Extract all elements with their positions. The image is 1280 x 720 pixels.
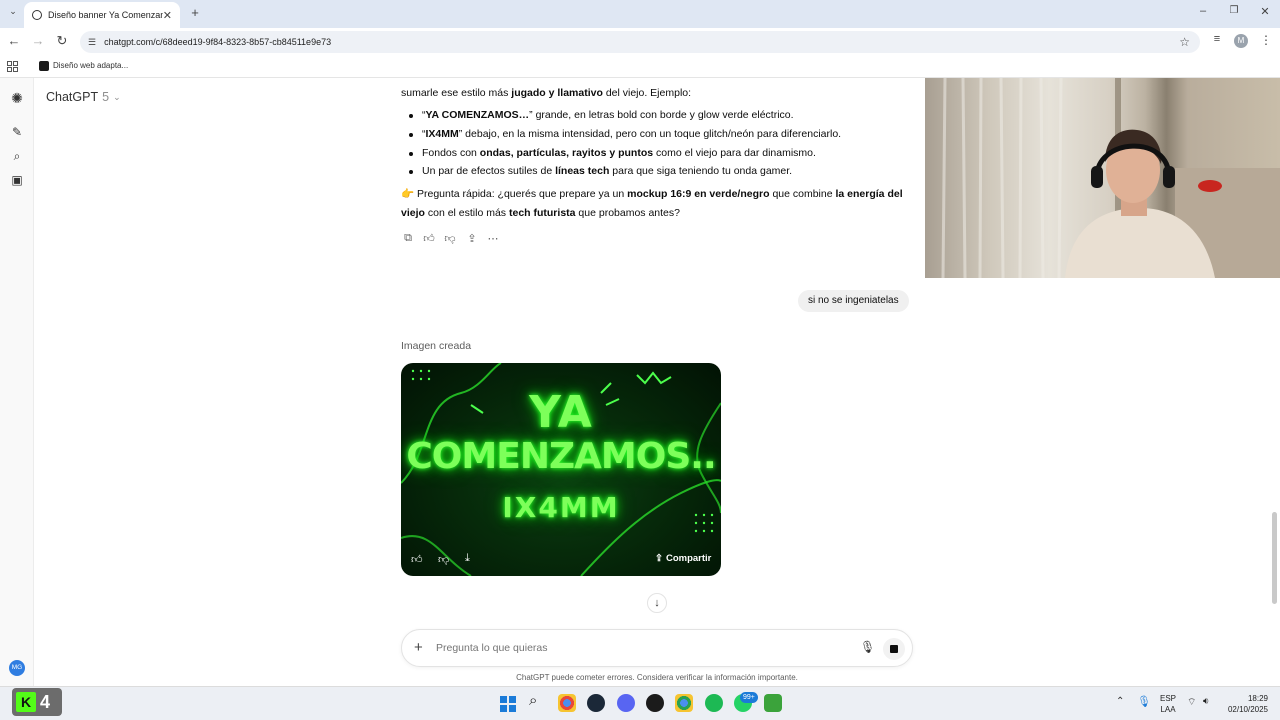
address-bar[interactable]: ☰ chatgpt.com/c/68deed19-9f84-8323-8b57-… [80,31,1200,53]
more-options-icon[interactable]: ⋯ [486,232,500,245]
widget-number: 4 [40,691,51,712]
chatgpt-favicon-icon [32,10,42,20]
model-version: 5 [102,90,110,104]
spotify-icon[interactable] [705,694,723,712]
browser-tab[interactable]: Diseño banner Ya Comenzamos ✕ [24,2,180,28]
reload-icon[interactable]: ↻ [53,33,71,49]
image-dislike-icon[interactable]: 👎︎ [438,553,449,566]
keyboard-layout: LAA [1160,705,1176,714]
tab-group-icon[interactable]: ≡ [1208,33,1226,45]
arrow-down-icon: ↓ [654,597,660,609]
banner-line-ya: YA [529,387,593,438]
chrome-profile-icon[interactable] [675,694,693,712]
thumbs-up-icon[interactable]: 👍︎ [422,232,436,245]
browser-menu-icon[interactable]: ⋮ [1257,33,1275,47]
thumbs-down-icon[interactable]: 👎︎ [443,232,457,245]
back-icon[interactable]: ← [5,33,23,48]
clock[interactable]: 18:29 02/10/2025 [1224,693,1268,715]
share-icon: ⇪ [655,553,663,564]
site-info-icon[interactable]: ☰ [88,37,96,48]
bookmark-star-icon[interactable]: ☆ [1179,35,1190,49]
intro-suffix: del viejo. Ejemplo: [602,87,692,99]
new-chat-icon[interactable]: ✎ [9,125,25,139]
profile-avatar[interactable]: M [1234,34,1248,48]
disclaimer-text: ChatGPT puede cometer errores. Considera… [516,673,798,682]
restore-icon[interactable]: ❐ [1225,5,1243,16]
android-app-icon[interactable] [764,694,782,712]
bookmark-favicon-icon [39,61,49,71]
forward-icon[interactable]: → [29,33,47,48]
search-icon[interactable]: ⌕ [9,149,25,164]
list-item: “IX4MM” debajo, en la misma intensidad, … [400,125,900,144]
close-window-icon[interactable]: ✕ [1256,5,1274,18]
share-label: Compartir [665,553,712,564]
assistant-question: 👉 Pregunta rápida: ¿querés que prepare y… [401,188,903,219]
download-icon[interactable]: ⤓ [465,552,470,565]
volume-icon[interactable]: 🔉︎ [1203,696,1209,707]
list-item: “YA COMENZAMOS…” grande, en letras bold … [400,106,900,125]
page-scrollbar[interactable] [1272,512,1277,604]
chrome-icon[interactable] [558,694,576,712]
intro-text: sumarle ese estilo más [401,87,512,99]
model-name: ChatGPT [46,90,99,104]
windows-start-icon[interactable] [500,696,516,712]
list-item: Un par de efectos sutiles de líneas tech… [400,162,900,181]
generated-image[interactable]: YA COMENZAMOS.. IX4MM 👍︎ 👎︎ ⤓ ⇪ Compartir [401,363,721,576]
kick-widget[interactable]: K 4 [12,688,62,716]
microphone-icon[interactable]: 🎙︎ [860,640,875,654]
clock-date: 02/10/2025 [1227,705,1268,714]
webcam-scene-graphic [941,78,1280,278]
assistant-bullet-list: “YA COMENZAMOS…” grande, en letras bold … [400,106,900,181]
intro-bold: jugado y llamativo [511,87,603,99]
apps-grid-icon[interactable] [7,61,18,72]
assistant-intro-line: sumarle ese estilo más jugado y llamativ… [401,84,901,103]
notification-badge: 99+ [740,692,758,703]
image-share-button[interactable]: ⇪ Compartir [655,553,711,564]
user-message-bubble: si no se ingeniatelas [798,290,909,312]
bookmarks-bar [0,56,1280,78]
taskbar-search-icon[interactable]: ⌕ [529,692,537,709]
sidebar-rail [0,78,34,686]
minimize-icon[interactable]: – [1194,5,1212,17]
obs-icon[interactable] [646,694,664,712]
library-icon[interactable]: ▣ [9,173,25,187]
new-tab-icon[interactable]: + [186,5,204,20]
prompt-input[interactable] [436,639,826,657]
image-created-label: Imagen creada [401,340,472,352]
tab-title: Diseño banner Ya Comenzamos [48,10,163,20]
image-like-icon[interactable]: 👍︎ [411,553,423,566]
kick-logo-icon: K [16,692,36,712]
lang-code: ESP [1160,694,1177,703]
mic-tray-icon[interactable]: 🎙︎ [1137,695,1151,708]
chevron-down-icon: ⌄ [113,91,121,102]
model-selector[interactable]: ChatGPT 5 ⌄ [46,90,121,104]
stop-button[interactable] [883,638,905,660]
add-attachment-icon[interactable]: + [414,639,423,656]
copy-icon[interactable]: ⧉ [401,232,415,245]
openai-logo-icon[interactable]: ✺ [9,90,25,107]
user-avatar[interactable]: MG [9,660,25,676]
message-composer: + 🎙︎ [401,629,913,667]
close-tab-icon[interactable]: ✕ [163,9,172,22]
pointing-hand-icon: 👉 [401,188,415,200]
stop-icon [890,645,898,653]
windows-taskbar [0,686,1280,720]
discord-icon[interactable] [617,694,635,712]
bookmark-item[interactable]: Diseño web adapta... [53,61,128,70]
url-text: chatgpt.com/c/68deed19-9f84-8323-8b57-cb… [104,37,332,47]
language-indicator[interactable]: ESP LAA [1160,693,1176,715]
wifi-icon[interactable]: ⌔ [1187,696,1196,709]
show-hidden-icons-chevron-icon[interactable]: ⌃ [1116,696,1124,707]
scroll-down-button[interactable]: ↓ [647,593,667,613]
banner-line-comenzamos: COMENZAMOS.. [406,436,716,477]
share-icon[interactable]: ⇪ [465,232,479,245]
steam-icon[interactable] [587,694,605,712]
clock-time: 18:29 [1247,694,1268,703]
banner-line-ix4mm: IX4MM [502,491,620,524]
webcam-overlay [925,78,1280,278]
list-item: Fondos con ondas, partículas, rayitos y … [400,144,900,163]
tab-search-icon[interactable]: ⌄ [4,6,22,17]
